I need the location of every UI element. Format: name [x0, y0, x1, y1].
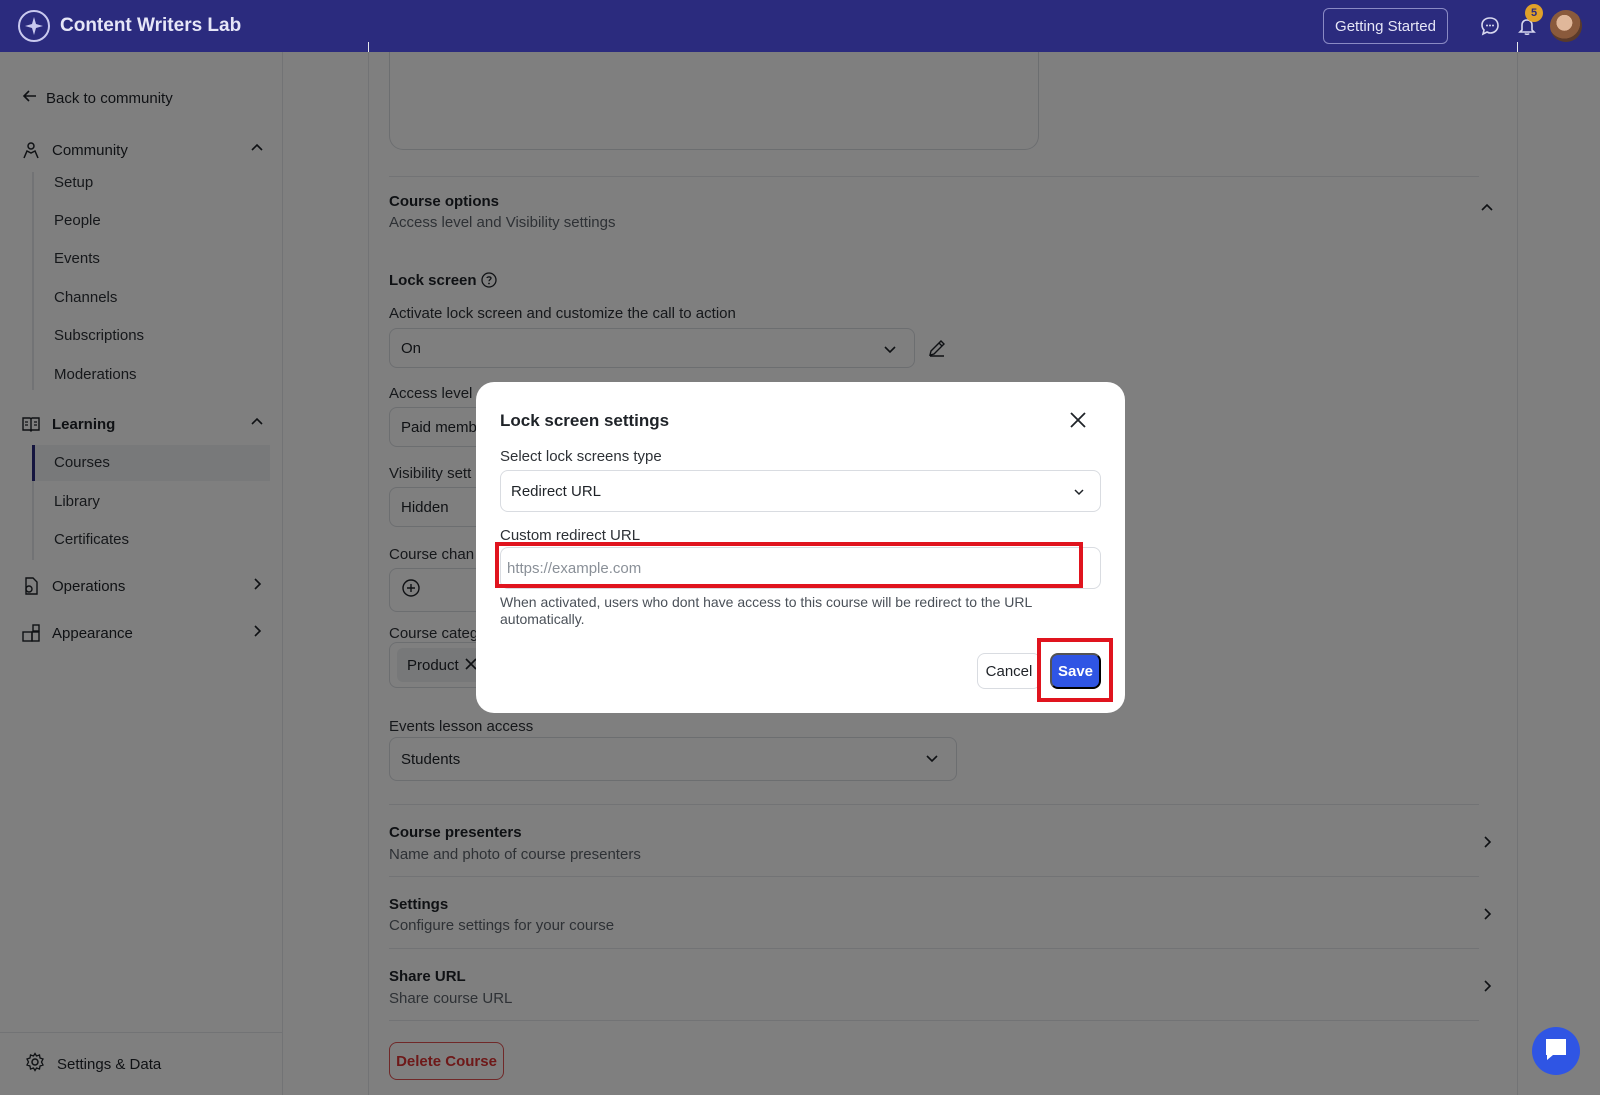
modal-title: Lock screen settings	[500, 411, 670, 430]
app-title: Content Writers Lab	[60, 15, 242, 36]
input-highlight-box	[495, 542, 1083, 588]
close-icon[interactable]	[1066, 408, 1090, 432]
cancel-button[interactable]: Cancel	[977, 653, 1041, 689]
getting-started-button[interactable]: Getting Started	[1323, 8, 1448, 44]
support-chat-button[interactable]	[1532, 1027, 1580, 1075]
lock-type-select[interactable]: Redirect URL	[500, 470, 1101, 512]
avatar[interactable]	[1550, 10, 1582, 42]
lock-screen-settings-modal: Lock screen settings Select lock screens…	[476, 382, 1125, 713]
redirect-help-text: When activated, users who dont have acce…	[500, 594, 1032, 627]
save-highlight-box	[1037, 638, 1113, 702]
notification-badge: 5	[1525, 4, 1543, 22]
chevron-down-icon	[1072, 485, 1086, 503]
chat-bubble-icon	[1543, 1036, 1569, 1067]
chat-icon[interactable]	[1478, 14, 1502, 38]
lock-type-value: Redirect URL	[511, 482, 602, 500]
lock-type-label: Select lock screens type	[500, 448, 662, 465]
logo-icon[interactable]	[18, 10, 50, 42]
